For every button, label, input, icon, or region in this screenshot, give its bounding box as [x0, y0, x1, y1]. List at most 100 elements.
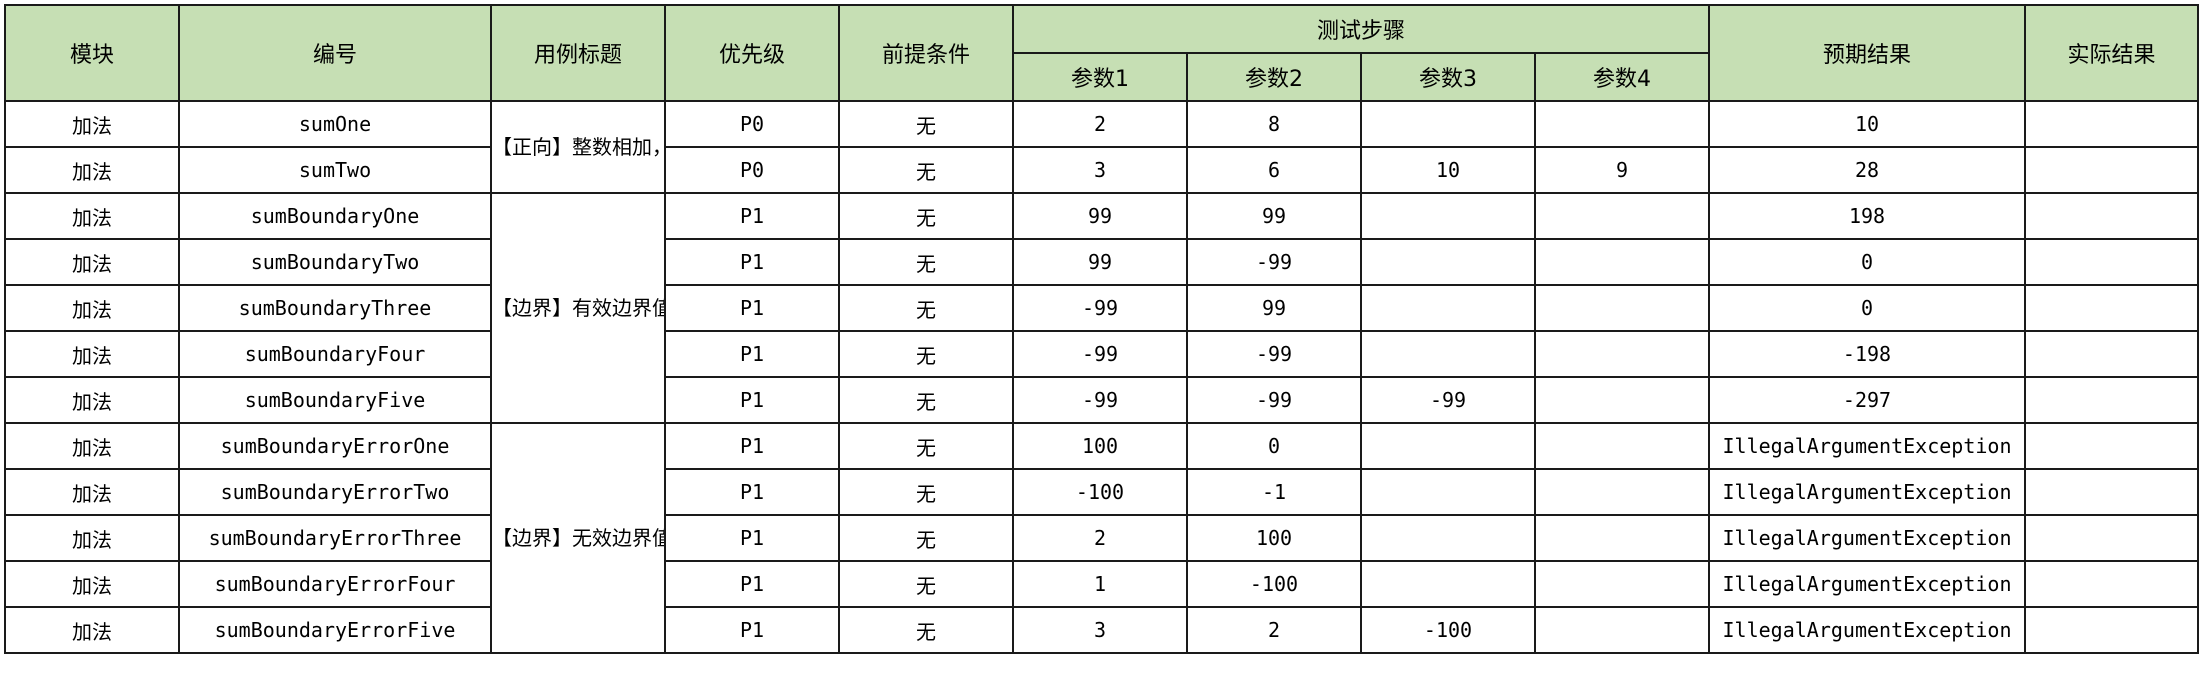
cell-param2[interactable]: -99 — [1186, 238, 1362, 286]
cell-param2[interactable]: -99 — [1186, 330, 1362, 378]
cell-param2[interactable]: -100 — [1186, 560, 1362, 608]
cell-param3[interactable] — [1360, 192, 1536, 240]
cell-param3[interactable] — [1360, 422, 1536, 470]
cell-param1[interactable]: -99 — [1012, 330, 1188, 378]
cell-title[interactable]: 【边界】有效边界值相加，结果计算正确 — [490, 192, 666, 424]
cell-precondition[interactable]: 无 — [838, 606, 1014, 654]
header-param3[interactable]: 参数3 — [1360, 52, 1536, 102]
cell-priority[interactable]: P0 — [664, 100, 840, 148]
cell-module[interactable]: 加法 — [4, 560, 180, 608]
cell-param1[interactable]: 2 — [1012, 514, 1188, 562]
cell-priority[interactable]: P1 — [664, 468, 840, 516]
cell-priority[interactable]: P1 — [664, 560, 840, 608]
cell-precondition[interactable]: 无 — [838, 330, 1014, 378]
cell-param2[interactable]: -99 — [1186, 376, 1362, 424]
cell-expected[interactable]: 198 — [1708, 192, 2027, 240]
cell-param3[interactable] — [1360, 330, 1536, 378]
cell-param3[interactable]: -99 — [1360, 376, 1536, 424]
cell-id[interactable]: sumBoundaryErrorThree — [178, 514, 492, 562]
cell-expected[interactable]: IllegalArgumentException — [1708, 514, 2027, 562]
cell-param4[interactable] — [1533, 514, 1711, 562]
cell-expected[interactable]: 0 — [1708, 238, 2027, 286]
cell-id[interactable]: sumTwo — [178, 146, 492, 194]
header-steps[interactable]: 测试步骤 — [1011, 4, 1711, 54]
header-title[interactable]: 用例标题 — [490, 4, 666, 102]
cell-param2[interactable]: 99 — [1186, 284, 1362, 332]
cell-param4[interactable] — [1533, 192, 1711, 240]
cell-precondition[interactable]: 无 — [838, 100, 1014, 148]
cell-actual[interactable] — [2024, 330, 2200, 378]
cell-param2[interactable]: 99 — [1186, 192, 1362, 240]
cell-module[interactable]: 加法 — [4, 192, 180, 240]
cell-param3[interactable]: 10 — [1360, 146, 1536, 194]
cell-id[interactable]: sumBoundaryFour — [178, 330, 492, 378]
cell-module[interactable]: 加法 — [4, 100, 180, 148]
cell-param2[interactable]: -1 — [1186, 468, 1362, 516]
cell-module[interactable]: 加法 — [4, 330, 180, 378]
cell-expected[interactable]: 28 — [1708, 146, 2027, 194]
cell-param1[interactable]: 99 — [1012, 192, 1188, 240]
cell-id[interactable]: sumBoundaryErrorOne — [178, 422, 492, 470]
header-param1[interactable]: 参数1 — [1012, 52, 1188, 102]
cell-param4[interactable] — [1533, 238, 1711, 286]
cell-module[interactable]: 加法 — [4, 376, 180, 424]
cell-priority[interactable]: P1 — [664, 284, 840, 332]
cell-priority[interactable]: P1 — [664, 238, 840, 286]
header-id[interactable]: 编号 — [178, 4, 492, 102]
cell-expected[interactable]: IllegalArgumentException — [1708, 606, 2027, 654]
cell-actual[interactable] — [2024, 376, 2200, 424]
cell-param1[interactable]: -99 — [1012, 284, 1188, 332]
cell-actual[interactable] — [2024, 192, 2200, 240]
cell-param1[interactable]: 2 — [1012, 100, 1188, 148]
header-param4[interactable]: 参数4 — [1533, 52, 1711, 102]
cell-module[interactable]: 加法 — [4, 514, 180, 562]
cell-param3[interactable] — [1360, 238, 1536, 286]
cell-id[interactable]: sumBoundaryErrorFour — [178, 560, 492, 608]
cell-param4[interactable] — [1533, 606, 1711, 654]
cell-param1[interactable]: 3 — [1012, 606, 1188, 654]
cell-module[interactable]: 加法 — [4, 238, 180, 286]
cell-expected[interactable]: IllegalArgumentException — [1708, 468, 2027, 516]
cell-param4[interactable] — [1533, 422, 1711, 470]
cell-id[interactable]: sumBoundaryErrorFive — [178, 606, 492, 654]
cell-priority[interactable]: P1 — [664, 330, 840, 378]
cell-param3[interactable] — [1360, 514, 1536, 562]
header-expected[interactable]: 预期结果 — [1708, 4, 2027, 102]
cell-param1[interactable]: 100 — [1012, 422, 1188, 470]
cell-precondition[interactable]: 无 — [838, 284, 1014, 332]
cell-priority[interactable]: P1 — [664, 422, 840, 470]
cell-title[interactable]: 【边界】无效边界值相加，给出提示信息 — [490, 422, 666, 654]
cell-param2[interactable]: 2 — [1186, 606, 1362, 654]
cell-precondition[interactable]: 无 — [838, 422, 1014, 470]
cell-actual[interactable] — [2024, 606, 2200, 654]
cell-actual[interactable] — [2024, 468, 2200, 516]
cell-param1[interactable]: -100 — [1012, 468, 1188, 516]
cell-precondition[interactable]: 无 — [838, 192, 1014, 240]
cell-expected[interactable]: IllegalArgumentException — [1708, 422, 2027, 470]
cell-precondition[interactable]: 无 — [838, 560, 1014, 608]
cell-param3[interactable]: -100 — [1360, 606, 1536, 654]
cell-module[interactable]: 加法 — [4, 606, 180, 654]
header-precondition[interactable]: 前提条件 — [838, 4, 1014, 102]
cell-actual[interactable] — [2024, 514, 2200, 562]
cell-param2[interactable]: 6 — [1186, 146, 1362, 194]
cell-param4[interactable] — [1533, 560, 1711, 608]
cell-precondition[interactable]: 无 — [838, 146, 1014, 194]
cell-expected[interactable]: 0 — [1708, 284, 2027, 332]
cell-param3[interactable] — [1360, 284, 1536, 332]
cell-param3[interactable] — [1360, 560, 1536, 608]
cell-expected[interactable]: IllegalArgumentException — [1708, 560, 2027, 608]
cell-priority[interactable]: P1 — [664, 514, 840, 562]
cell-precondition[interactable]: 无 — [838, 376, 1014, 424]
cell-priority[interactable]: P1 — [664, 192, 840, 240]
cell-id[interactable]: sumOne — [178, 100, 492, 148]
cell-param4[interactable] — [1533, 100, 1711, 148]
cell-param4[interactable] — [1533, 376, 1711, 424]
cell-param1[interactable]: 99 — [1012, 238, 1188, 286]
cell-param4[interactable] — [1533, 330, 1711, 378]
cell-priority[interactable]: P1 — [664, 376, 840, 424]
cell-actual[interactable] — [2024, 238, 2200, 286]
cell-precondition[interactable]: 无 — [838, 514, 1014, 562]
cell-actual[interactable] — [2024, 146, 2200, 194]
cell-actual[interactable] — [2024, 100, 2200, 148]
